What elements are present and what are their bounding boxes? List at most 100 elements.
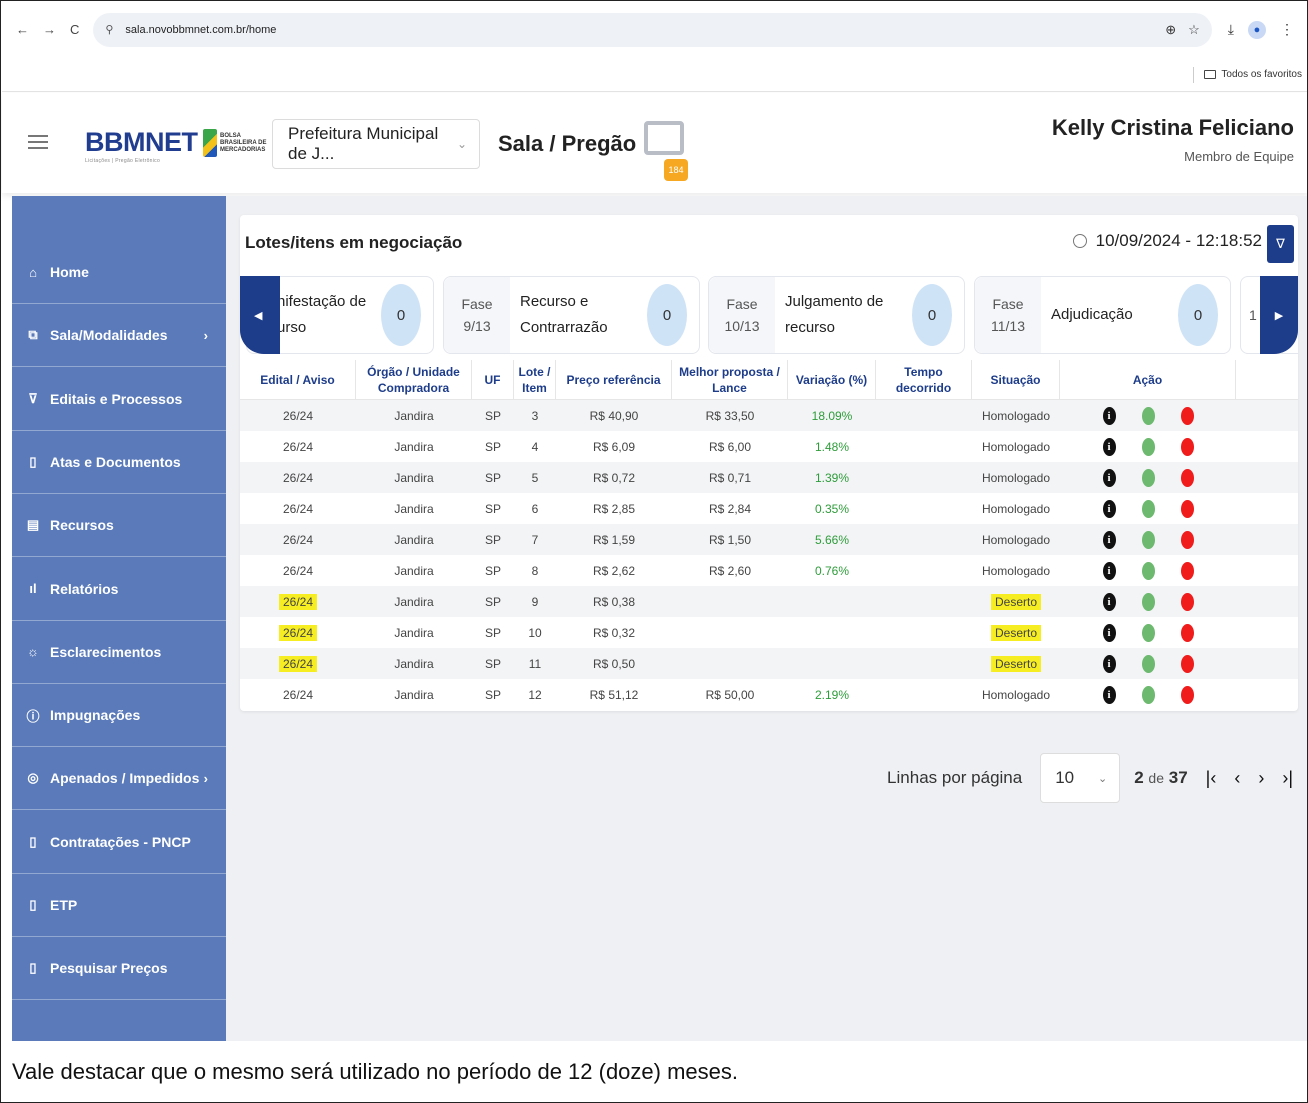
column-header[interactable]: Órgão / Unidade Compradora bbox=[356, 359, 472, 400]
table-row[interactable]: 26/24 Jandira SP 7 R$ 1,59 R$ 1,50 5.66% Homolo… bbox=[240, 524, 1298, 555]
phase-card[interactable]: Fase 10/13 Julgamento de recurso 0 bbox=[708, 276, 965, 354]
phase-prev-button[interactable]: ◀ bbox=[240, 276, 280, 354]
reload-icon[interactable]: C bbox=[70, 22, 79, 37]
stop-icon[interactable] bbox=[1180, 685, 1194, 704]
cell-item: 8 bbox=[514, 564, 556, 578]
column-header[interactable]: Preço referência bbox=[556, 359, 672, 400]
cell-proposta: R$ 6,00 bbox=[672, 440, 788, 454]
clock-status-icon[interactable] bbox=[1141, 468, 1155, 487]
info-icon[interactable]: i bbox=[1102, 437, 1116, 456]
table-row[interactable]: 26/24 Jandira SP 6 R$ 2,85 R$ 2,84 0.35% Homolo… bbox=[240, 493, 1298, 524]
hamburger-menu-icon[interactable] bbox=[28, 135, 48, 153]
column-header[interactable]: UF bbox=[472, 359, 514, 400]
clock-status-icon[interactable] bbox=[1141, 561, 1155, 580]
stop-icon[interactable] bbox=[1180, 499, 1194, 518]
column-header[interactable]: Lote / Item bbox=[514, 359, 556, 400]
sidebar-item-pesquisar-pre-os[interactable]: ▯ Pesquisar Preços bbox=[12, 937, 226, 1001]
messages-button[interactable]: 184 bbox=[644, 121, 688, 181]
first-page-icon[interactable]: |‹ bbox=[1206, 768, 1217, 789]
info-icon[interactable]: i bbox=[1102, 685, 1116, 704]
address-bar[interactable]: ⚲ sala.novobbmnet.com.br/home ⊕ ☆ bbox=[93, 12, 1212, 47]
phase-next-button[interactable]: ▶ bbox=[1260, 276, 1298, 354]
clock-status-icon[interactable] bbox=[1141, 437, 1155, 456]
stop-icon[interactable] bbox=[1180, 592, 1194, 611]
stop-icon[interactable] bbox=[1180, 561, 1194, 580]
cell-item-text: 11 bbox=[528, 656, 542, 671]
clock-status-icon[interactable] bbox=[1141, 623, 1155, 642]
info-icon[interactable]: i bbox=[1102, 406, 1116, 425]
stop-icon[interactable] bbox=[1180, 654, 1194, 673]
sidebar-item-editais-e-processos[interactable]: ⊽ Editais e Processos bbox=[12, 368, 226, 431]
table-row[interactable]: 26/24 Jandira SP 12 R$ 51,12 R$ 50,00 2.19% Hom… bbox=[240, 679, 1298, 710]
table-row[interactable]: 26/24 Jandira SP 5 R$ 0,72 R$ 0,71 1.39% Homolo… bbox=[240, 462, 1298, 493]
table-row[interactable]: 26/24 Jandira SP 11 R$ 0,50 Deserto i bbox=[240, 648, 1298, 679]
back-icon[interactable]: ← bbox=[16, 22, 29, 37]
sidebar-item-atas-e-documentos[interactable]: ▯ Atas e Documentos bbox=[12, 431, 226, 494]
bookmark-star-icon[interactable]: ☆ bbox=[1188, 22, 1200, 38]
stop-icon[interactable] bbox=[1180, 468, 1194, 487]
file-text-icon: ▯ bbox=[29, 833, 37, 849]
sidebar-item-sala-modalidades[interactable]: ⧉ Sala/Modalidades › bbox=[12, 304, 226, 368]
table-row[interactable]: 26/24 Jandira SP 4 R$ 6,09 R$ 6,00 1.48% Homolo… bbox=[240, 431, 1298, 462]
clock-status-icon[interactable] bbox=[1141, 685, 1155, 704]
column-header[interactable]: Edital / Aviso bbox=[240, 359, 356, 400]
column-header[interactable]: Ação bbox=[1060, 359, 1236, 400]
column-header[interactable]: Tempo decorrido bbox=[876, 359, 972, 400]
stop-icon[interactable] bbox=[1180, 530, 1194, 549]
clock-status-icon[interactable] bbox=[1141, 499, 1155, 518]
download-icon[interactable]: ⤓ bbox=[1228, 21, 1234, 39]
cell-uf-text: SP bbox=[484, 532, 501, 547]
all-bookmarks-link[interactable]: Todos os favoritos bbox=[1221, 69, 1302, 80]
column-header[interactable]: Situação bbox=[972, 359, 1060, 400]
table-row[interactable]: 26/24 Jandira SP 9 R$ 0,38 Deserto i bbox=[240, 586, 1298, 617]
prev-page-icon[interactable]: ‹ bbox=[1234, 768, 1240, 789]
stop-icon[interactable] bbox=[1180, 437, 1194, 456]
sidebar-item-esclarecimentos[interactable]: ☼ Esclarecimentos bbox=[12, 621, 226, 684]
sidebar-item-impugna-es[interactable]: ⓘ Impugnações bbox=[12, 684, 226, 748]
profile-avatar-icon[interactable]: ● bbox=[1248, 20, 1266, 39]
filter-button[interactable]: ∇ bbox=[1267, 225, 1294, 263]
stop-icon[interactable] bbox=[1180, 623, 1194, 642]
user-name[interactable]: Kelly Cristina Feliciano bbox=[1052, 115, 1294, 141]
info-icon[interactable]: i bbox=[1102, 468, 1116, 487]
clock-status-icon[interactable] bbox=[1141, 530, 1155, 549]
sidebar-item-relat-rios[interactable]: ıl Relatórios bbox=[12, 558, 226, 621]
forward-icon[interactable]: → bbox=[43, 22, 56, 37]
stop-icon[interactable] bbox=[1180, 406, 1194, 425]
info-icon[interactable]: i bbox=[1102, 654, 1116, 673]
table-row[interactable]: 26/24 Jandira SP 8 R$ 2,62 R$ 2,60 0.76% Homolo… bbox=[240, 555, 1298, 586]
column-header[interactable]: Variação (%) bbox=[788, 359, 876, 400]
rows-per-page-select[interactable]: 10 ⌄ bbox=[1040, 753, 1121, 803]
menu-kebab-icon[interactable]: ⋮ bbox=[1280, 21, 1294, 39]
site-settings-icon[interactable]: ⚲ bbox=[105, 23, 121, 36]
cell-orgao-text: Jandira bbox=[394, 594, 434, 609]
cell-item: 9 bbox=[514, 595, 556, 609]
rows-per-page-value: 10 bbox=[1055, 768, 1075, 787]
table-row[interactable]: 26/24 Jandira SP 3 R$ 40,90 R$ 33,50 18.09% Hom… bbox=[240, 400, 1298, 431]
column-header[interactable]: Melhor proposta / Lance bbox=[672, 359, 788, 400]
info-icon[interactable]: i bbox=[1102, 530, 1116, 549]
panel-title: Lotes/itens em negociação bbox=[245, 233, 463, 252]
info-icon[interactable]: i bbox=[1102, 561, 1116, 580]
clock-status-icon[interactable] bbox=[1141, 592, 1155, 611]
zoom-icon[interactable]: ⊕ bbox=[1165, 22, 1176, 38]
last-page-icon[interactable]: ›| bbox=[1282, 768, 1293, 789]
info-icon[interactable]: i bbox=[1102, 623, 1116, 642]
info-icon[interactable]: i bbox=[1102, 592, 1116, 611]
clock-status-icon[interactable] bbox=[1141, 654, 1155, 673]
sidebar-item-recursos[interactable]: ▤ Recursos bbox=[12, 494, 226, 558]
info-icon[interactable]: i bbox=[1102, 499, 1116, 518]
sidebar-item-apenados-impedidos[interactable]: ◎ Apenados / Impedidos › bbox=[12, 747, 226, 811]
phase-card[interactable]: Fase 11/13 Adjudicação 0 bbox=[974, 276, 1231, 354]
sidebar-item-home[interactable]: ⌂ Home bbox=[12, 241, 226, 304]
bolsa-mark-icon bbox=[203, 129, 217, 157]
next-page-icon[interactable]: › bbox=[1258, 768, 1264, 789]
sidebar-item-contrata-es-pncp[interactable]: ▯ Contratações - PNCP bbox=[12, 811, 226, 874]
table-row[interactable]: 26/24 Jandira SP 10 R$ 0,32 Deserto i bbox=[240, 617, 1298, 648]
cell-situacao: Deserto bbox=[972, 624, 1060, 641]
sidebar-item-etp[interactable]: ▯ ETP bbox=[12, 874, 226, 937]
bbmnet-logo[interactable]: BBMNET Licitações | Pregão Eletrônico bbox=[85, 127, 198, 164]
phase-card[interactable]: Fase 9/13 Recurso e Contrarrazão 0 bbox=[443, 276, 700, 354]
clock-status-icon[interactable] bbox=[1141, 406, 1155, 425]
entity-select[interactable]: Prefeitura Municipal de J... ⌄ bbox=[272, 119, 480, 169]
